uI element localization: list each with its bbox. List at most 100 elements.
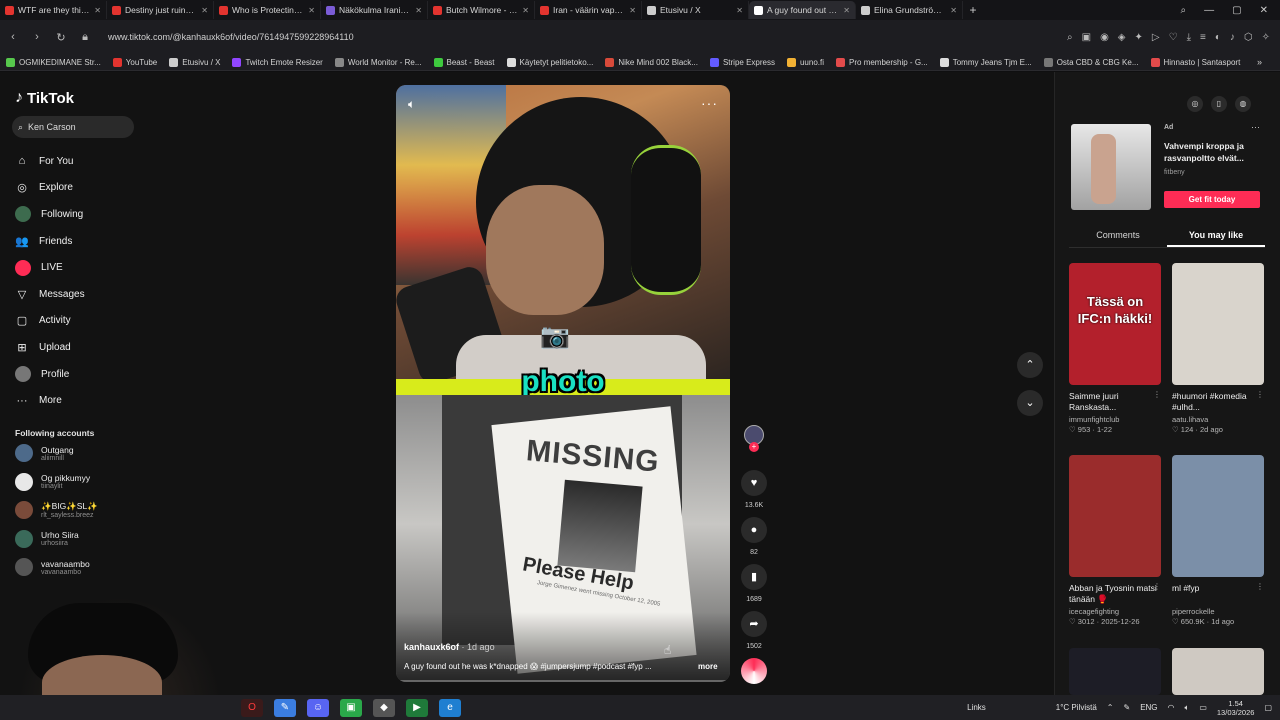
back-icon[interactable]: ‹	[6, 31, 20, 43]
next-video-chevron-down-icon[interactable]: ⌄	[1017, 390, 1043, 416]
sidebar-item-explore[interactable]: ◎ Explore	[15, 175, 85, 202]
follow-plus-icon[interactable]: +	[749, 442, 759, 452]
compass-icon[interactable]: ◎	[1187, 96, 1203, 112]
like-heart-icon[interactable]: ♥	[741, 470, 767, 496]
sidebar-item-friends[interactable]: 👥 Friends	[15, 228, 85, 255]
download-icon[interactable]: ⤓	[1187, 32, 1191, 43]
browser-tab[interactable]: A guy found out he w ✕	[749, 1, 856, 19]
shield-app-icon[interactable]: ◆	[373, 698, 395, 717]
tab-close-icon[interactable]: ✕	[843, 6, 850, 15]
snapshot-icon[interactable]: ▣	[1082, 32, 1091, 43]
device-icon[interactable]: ▯	[1211, 96, 1227, 112]
discord-icon[interactable]: ☺	[307, 698, 329, 717]
browser-tab[interactable]: Elina Grundström (@Elina ✕	[856, 1, 963, 19]
search-tabs-icon[interactable]: ⌕	[1181, 5, 1187, 16]
speaker-icon[interactable]: 🔈︎	[1185, 703, 1190, 713]
recommended-video-card[interactable]: Abban ja Tyosnin matsi tänään 🥊 ⋮ icecagef…	[1069, 455, 1161, 626]
tiktok-ext-icon[interactable]: ♪	[1230, 32, 1235, 43]
play-icon[interactable]: ▷	[1152, 32, 1160, 43]
music-disc-icon[interactable]	[741, 658, 767, 684]
browser-tab[interactable]: Iran - väärin vapautettu? ✕	[535, 1, 642, 19]
browser-tab[interactable]: Who is Protecting the Jeff ✕	[214, 1, 321, 19]
recommended-video-card[interactable]: #huumori #komedia #ulhd... ⋮ aatu.lihava ♡ …	[1172, 263, 1264, 434]
following-account[interactable]: Urho Siira urhosiira	[15, 529, 79, 548]
profile-icon[interactable]: ◐	[1215, 32, 1221, 43]
ad-title[interactable]: Vahvempi kroppa ja rasvanpoltto elvät...	[1164, 140, 1262, 164]
ad-cta-button[interactable]: Get fit today	[1164, 191, 1260, 208]
video-author[interactable]: kanhauxk6of · 1d ago	[404, 642, 495, 652]
cube-icon[interactable]: ⬡	[1244, 32, 1253, 43]
new-tab-button[interactable]: +	[963, 3, 983, 17]
share-icon[interactable]: ➦	[741, 611, 767, 637]
user-avatar-icon[interactable]: ◍	[1235, 96, 1251, 112]
sidebar-item-upload[interactable]: ⊞ Upload	[15, 334, 85, 361]
opera-icon[interactable]: O	[241, 698, 263, 717]
tiktok-logo[interactable]: ♪ TikTok	[15, 89, 74, 107]
paint-icon[interactable]: ✎	[274, 698, 296, 717]
camera-icon[interactable]: ◉	[1100, 32, 1109, 43]
video-player[interactable]: 📷 photo MISSING Please Help Jorge Gimene…	[396, 85, 730, 682]
tab-close-icon[interactable]: ✕	[308, 6, 315, 15]
sidebar-item-live[interactable]: LIVE	[15, 254, 85, 281]
bookmark-item[interactable]: Pro membership - G...	[836, 57, 928, 67]
edge-icon[interactable]: e	[439, 698, 461, 717]
menu-icon[interactable]: ≡	[1200, 32, 1206, 43]
sidebar-item-messages[interactable]: ▽ Messages	[15, 281, 85, 308]
video-progress-bar[interactable]	[396, 680, 730, 682]
following-account[interactable]: Outgang aliimnill	[15, 444, 74, 462]
wifi-icon[interactable]: ◠	[1168, 703, 1175, 712]
close-window-icon[interactable]: ✕	[1260, 5, 1268, 16]
tab-close-icon[interactable]: ✕	[415, 6, 422, 15]
ai-icon[interactable]: ✧	[1262, 32, 1270, 43]
browser-tab[interactable]: WTF are they thinking? - Y ✕	[0, 1, 107, 19]
recommended-card-partial[interactable]	[1069, 648, 1161, 695]
minimize-icon[interactable]: —	[1204, 5, 1214, 16]
tab-close-icon[interactable]: ✕	[94, 6, 101, 15]
play-store-icon[interactable]: ▶	[406, 698, 428, 717]
forward-icon[interactable]: ›	[30, 31, 44, 43]
recommended-card-partial[interactable]	[1172, 648, 1264, 695]
more-options-icon[interactable]: ···	[701, 95, 718, 111]
tab-close-icon[interactable]: ✕	[201, 6, 208, 15]
bookmark-item[interactable]: YouTube	[112, 57, 157, 67]
comment-icon[interactable]: ●	[741, 517, 767, 543]
bookmark-item[interactable]: OGMIKEDIMANE Str...	[6, 57, 101, 67]
sidebar-item-activity[interactable]: ▢ Activity	[15, 308, 85, 335]
bookmark-item[interactable]: Hinnasto | Santasport	[1150, 57, 1240, 67]
card-options-icon[interactable]: ⋮	[1153, 582, 1161, 591]
card-options-icon[interactable]: ⋮	[1256, 582, 1264, 591]
volume-icon[interactable]: 🔈︎	[408, 97, 415, 112]
following-account[interactable]: ✨BIG✨SL✨ rlt_sayless.breez	[15, 501, 98, 519]
sidebar-item-profile[interactable]: Profile	[15, 361, 85, 388]
extensions-icon[interactable]: ✦	[1135, 32, 1143, 43]
bookmark-item[interactable]: Osta CBD & CBG Ke...	[1043, 57, 1139, 67]
bookmark-item[interactable]: Käytetyt pelitietoko...	[506, 57, 593, 67]
sidebar-item-following[interactable]: Following	[15, 201, 85, 228]
weather-widget[interactable]: 1°C Pilvistä	[1056, 703, 1097, 712]
browser-tab[interactable]: Etusivu / X ✕	[642, 1, 749, 19]
sidebar-item-for-you[interactable]: ⌂ For You	[15, 148, 85, 175]
ad-thumbnail[interactable]	[1071, 124, 1151, 210]
bookmark-item[interactable]: Etusivu / X	[169, 57, 220, 67]
bookmark-icon[interactable]: ▮	[741, 564, 767, 590]
battery-icon[interactable]: ▭	[1199, 703, 1207, 712]
bookmark-item[interactable]: Twitch Emote Resizer	[232, 57, 323, 67]
tab-comments[interactable]: Comments	[1069, 226, 1167, 247]
card-options-icon[interactable]: ⋮	[1256, 390, 1264, 399]
following-account[interactable]: Og pikkumyy tiinaylit	[15, 472, 90, 491]
bookmark-item[interactable]: Beast - Beast	[433, 57, 495, 67]
browser-tab[interactable]: Näkökulma Iranin tapaht ✕	[321, 1, 428, 19]
heart-icon[interactable]: ♡	[1169, 32, 1178, 43]
tray-chevron-icon[interactable]: ⌃	[1107, 703, 1114, 712]
bookmarks-overflow-icon[interactable]: »	[1257, 57, 1280, 67]
url-field[interactable]: www.tiktok.com/@kanhauxk6of/video/761494…	[108, 32, 1057, 42]
following-account[interactable]: vavanaambo vavanaambo	[15, 558, 90, 576]
lang-indicator[interactable]: ENG	[1140, 703, 1157, 712]
search-input[interactable]: ⌕ Ken Carson	[12, 116, 134, 138]
bookmark-item[interactable]: World Monitor - Re...	[334, 57, 422, 67]
clock[interactable]: 1.54 13/03/2026	[1217, 699, 1255, 717]
pen-icon[interactable]: ✎	[1123, 703, 1130, 712]
tab-close-icon[interactable]: ✕	[950, 6, 957, 15]
description-more-link[interactable]: more	[698, 662, 718, 671]
previous-video-chevron-up-icon[interactable]: ⌃	[1017, 352, 1043, 378]
